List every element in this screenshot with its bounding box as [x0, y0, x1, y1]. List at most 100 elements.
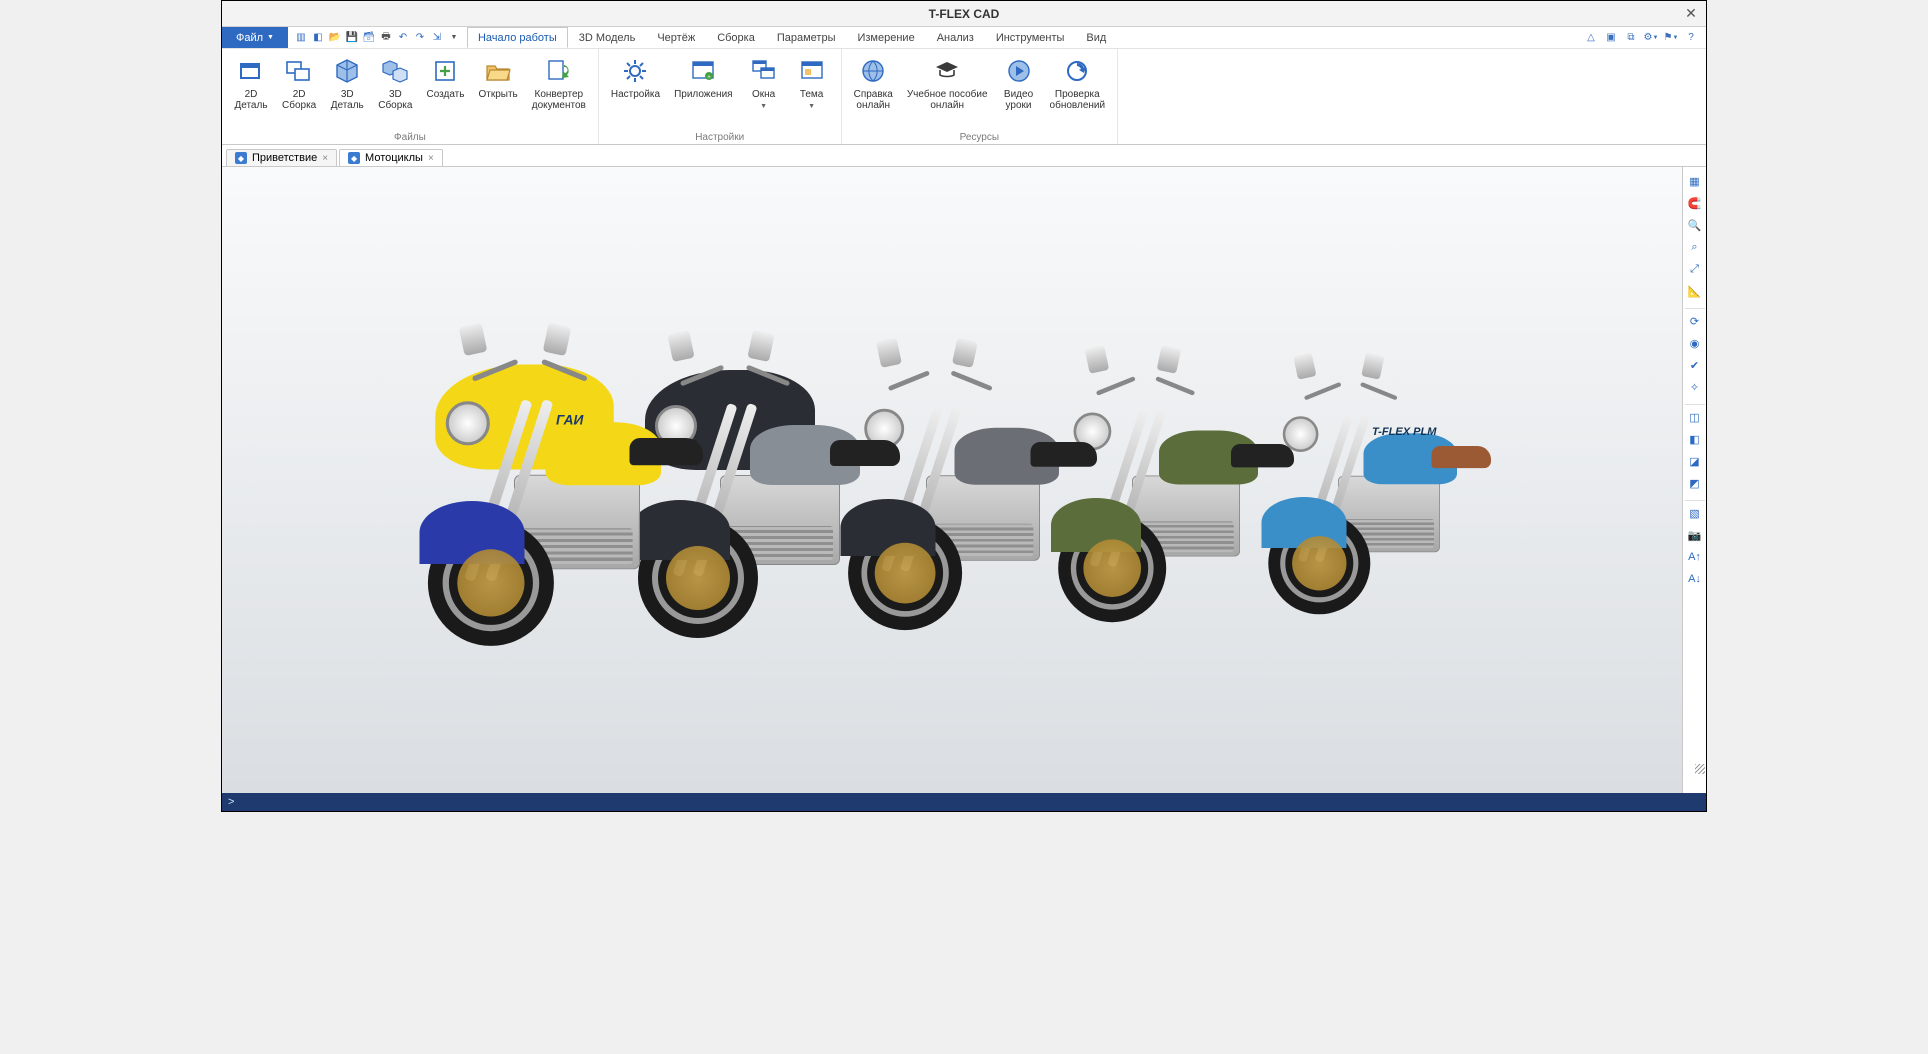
- ribbon-btn-theme[interactable]: Тема▼: [789, 53, 835, 114]
- ribbon-tab-view[interactable]: Вид: [1075, 27, 1117, 48]
- measure-icon[interactable]: 📐: [1685, 281, 1705, 301]
- 3d-asm-icon: [379, 55, 411, 87]
- ribbon-group-Ресурсы: Справкаонлайн Учебное пособиеонлайн Видеоу…: [842, 49, 1118, 144]
- qat-print-icon[interactable]: 🖶: [379, 31, 393, 45]
- zoom-fit-icon[interactable]: ⤢: [1685, 259, 1705, 279]
- ribbon-btn-convert[interactable]: Конвертердокументов: [526, 53, 592, 113]
- ribbon-tab-start[interactable]: Начало работы: [467, 27, 568, 48]
- close-button[interactable]: ✕: [1682, 4, 1700, 22]
- doc-tab-welcome[interactable]: ◆Приветствие×: [226, 149, 337, 166]
- section-icon[interactable]: ◩: [1685, 473, 1705, 493]
- close-tab-icon[interactable]: ×: [322, 153, 328, 164]
- collapse-ribbon-icon[interactable]: △: [1584, 31, 1598, 45]
- check-icon[interactable]: ✔: [1685, 355, 1705, 375]
- zoom-in-icon[interactable]: 🔍: [1685, 215, 1705, 235]
- qat-saveall-icon[interactable]: 🗃: [362, 31, 376, 45]
- ribbon-group-Настройки: Настройка+ПриложенияОкна▼Тема▼Настройки: [599, 49, 842, 144]
- shaded-edges-icon[interactable]: ◪: [1685, 451, 1705, 471]
- gear-icon[interactable]: ⚙▼: [1644, 31, 1658, 45]
- grid-icon[interactable]: ▦: [1685, 171, 1705, 191]
- ribbon-tab-params[interactable]: Параметры: [766, 27, 847, 48]
- motorcycle-model-5[interactable]: T-FLEX PLM: [1262, 336, 1483, 625]
- doc-tab-label: Приветствие: [252, 152, 317, 164]
- command-bar[interactable]: >: [222, 793, 1706, 811]
- ribbon-btn-help[interactable]: Справкаонлайн: [848, 53, 899, 113]
- motorcycle-model-1[interactable]: ГАИ: [420, 302, 693, 659]
- seat: [1432, 446, 1492, 468]
- rotate-icon[interactable]: ⟳: [1685, 311, 1705, 331]
- ribbon-btn-videos[interactable]: Видеоуроки: [996, 53, 1042, 113]
- doc-icon: ◆: [348, 152, 360, 164]
- ribbon-group-Файлы: 2DДеталь 2DСборка 3DДеталь3DСборкаСоздатьО…: [222, 49, 599, 144]
- ribbon-btn-updates[interactable]: Проверкаобновлений: [1044, 53, 1112, 113]
- ribbon-btn-settings[interactable]: Настройка: [605, 53, 666, 102]
- ribbon-btn-apps[interactable]: +Приложения: [668, 53, 739, 102]
- app-title: T-FLEX CAD: [929, 7, 1000, 21]
- theme-icon: [796, 55, 828, 87]
- tutorial-label: Учебное пособиеонлайн: [907, 89, 988, 111]
- camera-icon[interactable]: 📷: [1685, 525, 1705, 545]
- link-icon[interactable]: ⧉: [1624, 31, 1638, 45]
- pan-icon[interactable]: ✧: [1685, 377, 1705, 397]
- file-menu-button[interactable]: Файл ▼: [222, 27, 288, 48]
- qat-new2-icon[interactable]: ◧: [311, 31, 325, 45]
- handlebars: [893, 361, 988, 399]
- ribbon-btn-create[interactable]: Создать: [420, 53, 470, 102]
- ribbon-btn-2d-asm[interactable]: 2DСборка: [276, 53, 322, 113]
- zoom-window-icon[interactable]: ⌕: [1685, 237, 1705, 257]
- title-bar: T-FLEX CAD ✕: [222, 1, 1706, 27]
- convert-icon: [543, 55, 575, 87]
- brake-disc: [457, 549, 524, 616]
- qat-open-icon[interactable]: 📂: [328, 31, 342, 45]
- settings-label: Настройка: [611, 89, 660, 100]
- qat-undo-icon[interactable]: ↶: [396, 31, 410, 45]
- ribbon-tab-model3d[interactable]: 3D Модель: [568, 27, 647, 48]
- document-tabs: ◆Приветствие×◆Мотоциклы×: [222, 145, 1706, 167]
- help-icon[interactable]: ?: [1684, 31, 1698, 45]
- settings-icon: [619, 55, 651, 87]
- handlebars: [477, 349, 582, 391]
- ribbon-btn-3d-part[interactable]: 3DДеталь: [324, 53, 370, 113]
- text-up-icon[interactable]: A↑: [1685, 547, 1705, 567]
- resize-grip-icon[interactable]: [1695, 764, 1705, 774]
- layout-icon[interactable]: ▣: [1604, 31, 1618, 45]
- qat-new-icon[interactable]: ▥: [294, 31, 308, 45]
- qat-save-icon[interactable]: 💾: [345, 31, 359, 45]
- help-icon: [857, 55, 889, 87]
- viewport-3d[interactable]: ГАИ T-FLEX PLM ▦🧲🔍⌕⤢📐 ⟳◉✔✧ ◫◧◪◩ ▧📷A↑A↓: [222, 167, 1706, 793]
- text-down-icon[interactable]: A↓: [1685, 569, 1705, 589]
- ribbon-tabs: Начало работы3D МодельЧертёжСборкаПараме…: [467, 27, 1117, 48]
- ribbon-btn-3d-asm[interactable]: 3DСборка: [372, 53, 418, 113]
- handlebars: [1308, 374, 1393, 408]
- flag-icon[interactable]: ⚑▼: [1664, 31, 1678, 45]
- qat-export-icon[interactable]: ⇲: [430, 31, 444, 45]
- ribbon-tab-analysis[interactable]: Анализ: [926, 27, 985, 48]
- 3d-part-icon: [331, 55, 363, 87]
- ribbon-btn-tutorial[interactable]: Учебное пособиеонлайн: [901, 53, 994, 113]
- windows-icon: [748, 55, 780, 87]
- wireframe-icon[interactable]: ◫: [1685, 407, 1705, 427]
- view-toolbar: ▦🧲🔍⌕⤢📐 ⟳◉✔✧ ◫◧◪◩ ▧📷A↑A↓: [1682, 167, 1706, 793]
- shaded-icon[interactable]: ◧: [1685, 429, 1705, 449]
- ribbon-btn-2d-part[interactable]: 2DДеталь: [228, 53, 274, 113]
- titlebar-controls: △ ▣ ⧉ ⚙▼ ⚑▼ ?: [1584, 27, 1706, 48]
- ribbon-btn-open[interactable]: Открыть: [472, 53, 523, 102]
- render-icon[interactable]: ▧: [1685, 503, 1705, 523]
- magnet-icon[interactable]: 🧲: [1685, 193, 1705, 213]
- qat-redo-icon[interactable]: ↷: [413, 31, 427, 45]
- doc-tab-moto[interactable]: ◆Мотоциклы×: [339, 149, 443, 166]
- videos-icon: [1003, 55, 1035, 87]
- close-tab-icon[interactable]: ×: [428, 153, 434, 164]
- ribbon-btn-windows[interactable]: Окна▼: [741, 53, 787, 114]
- ribbon-tab-drawing[interactable]: Чертёж: [646, 27, 706, 48]
- qat-dropdown-icon[interactable]: ▼: [447, 31, 461, 45]
- seat: [830, 440, 900, 466]
- 2d-asm-label: 2DСборка: [282, 89, 316, 111]
- handlebars: [685, 355, 785, 395]
- updates-icon: [1061, 55, 1093, 87]
- ribbon-tab-tools[interactable]: Инструменты: [985, 27, 1076, 48]
- ribbon-tab-measure[interactable]: Измерение: [846, 27, 925, 48]
- orbit-icon[interactable]: ◉: [1685, 333, 1705, 353]
- ribbon-tab-assembly[interactable]: Сборка: [706, 27, 766, 48]
- create-icon: [429, 55, 461, 87]
